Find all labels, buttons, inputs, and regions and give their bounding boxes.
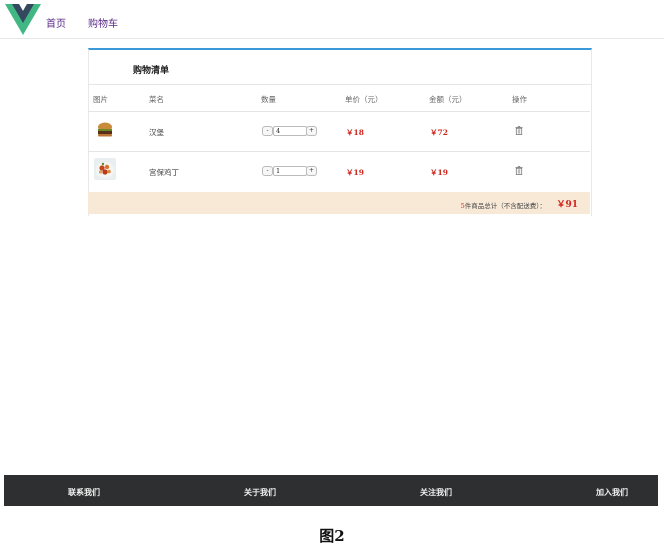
col-header-image: 图片 — [93, 95, 108, 104]
increase-button[interactable]: + — [306, 166, 317, 176]
row-divider — [88, 151, 590, 152]
item-name: 汉堡 — [149, 128, 164, 137]
quantity-input[interactable]: 1 — [273, 166, 307, 176]
col-header-actions: 操作 — [512, 95, 527, 104]
footer: 联系我们 关于我们 关注我们 加入我们 — [4, 475, 658, 506]
item-amount: ￥19 — [430, 168, 448, 177]
vue-logo-icon[interactable] — [5, 4, 41, 35]
col-header-quantity: 数量 — [261, 95, 276, 104]
unit-price: ￥18 — [346, 128, 364, 137]
trash-icon[interactable] — [515, 126, 523, 135]
footer-link-about[interactable]: 关于我们 — [244, 487, 276, 498]
summary-text: 件商品总计（不含配送费）： — [464, 202, 546, 210]
kungpao-chicken-image — [94, 158, 116, 180]
col-header-unit-price: 单价（元） — [345, 95, 383, 104]
cart-panel-header: 购物清单 — [89, 50, 591, 85]
header-divider — [88, 111, 590, 112]
item-name: 宫保鸡丁 — [149, 168, 179, 177]
quantity-stepper: - 1 + — [262, 166, 317, 176]
footer-link-join[interactable]: 加入我们 — [596, 487, 628, 498]
quantity-input[interactable]: 4 — [273, 126, 307, 136]
burger-image — [94, 119, 116, 141]
trash-icon[interactable] — [515, 166, 523, 175]
footer-link-follow[interactable]: 关注我们 — [420, 487, 452, 498]
decrease-button[interactable]: - — [262, 126, 273, 136]
top-nav: 首页 购物车 — [0, 0, 664, 39]
item-amount: ￥72 — [430, 128, 448, 137]
cart-title: 购物清单 — [133, 66, 170, 76]
nav-home-link[interactable]: 首页 — [46, 15, 66, 30]
unit-price: ￥19 — [346, 168, 364, 177]
summary-total: ￥91 — [556, 200, 578, 210]
quantity-stepper: - 4 + — [262, 126, 317, 136]
decrease-button[interactable]: - — [262, 166, 273, 176]
footer-link-contact[interactable]: 联系我们 — [68, 487, 100, 498]
summary-label: 5件商品总计（不含配送费）： — [461, 200, 546, 210]
nav-cart-link[interactable]: 购物车 — [88, 15, 118, 30]
col-header-name: 菜名 — [149, 95, 164, 104]
increase-button[interactable]: + — [306, 126, 317, 136]
figure-caption: 图2 — [319, 527, 345, 545]
cart-summary: 5件商品总计（不含配送费）： ￥91 — [88, 192, 590, 214]
col-header-amount: 金额（元） — [429, 95, 467, 104]
